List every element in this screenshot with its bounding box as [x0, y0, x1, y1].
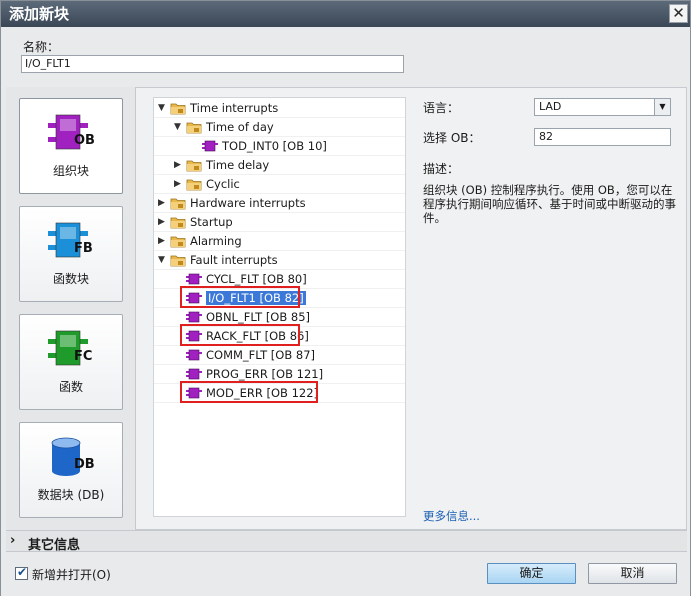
expand-right-icon[interactable]: ▶: [174, 159, 184, 171]
block-type-label: 组织块: [52, 164, 89, 178]
description-label: 描述：: [423, 162, 460, 176]
tree-item[interactable]: ▼ Time of day: [154, 118, 405, 137]
function-block-button[interactable]: FB 函数块: [19, 206, 123, 302]
tree-item-label: Cyclic: [206, 177, 240, 191]
ob-block-icon: [202, 140, 218, 152]
tree-item-label: CYCL_FLT [OB 80]: [206, 272, 307, 286]
folder-icon: [170, 198, 186, 210]
highlight-box: [180, 286, 300, 308]
tree-item[interactable]: ▶ Cyclic: [154, 175, 405, 194]
block-type-label: 函数: [58, 380, 83, 394]
folder-icon: [186, 179, 202, 191]
folder-icon: [170, 103, 186, 115]
language-select[interactable]: LAD ▼: [534, 98, 671, 116]
data-block-button[interactable]: DB 数据块 (DB): [19, 422, 123, 518]
chevron-right-icon[interactable]: ›: [10, 533, 15, 548]
expand-down-icon[interactable]: ▼: [158, 254, 168, 266]
function-button[interactable]: FC 函数: [19, 314, 123, 410]
organization-block-button[interactable]: OB 组织块: [19, 98, 123, 194]
language-value: LAD: [539, 100, 562, 113]
tree-item-label: PROG_ERR [OB 121]: [206, 367, 324, 381]
tree-item[interactable]: RACK_FLT [OB 86]: [154, 324, 405, 346]
folder-icon: [186, 160, 202, 172]
description-text: 组织块 (OB) 控制程序执行。使用 OB，您可以在程序执行期间响应循环、基于时…: [423, 183, 676, 225]
checkmark-icon: ✔: [17, 565, 28, 579]
highlight-box: [180, 381, 318, 403]
name-input[interactable]: I/O_FLT1: [21, 55, 404, 73]
folder-icon: [170, 236, 186, 248]
ob-block-icon: [186, 311, 202, 323]
ob-block-icon: [186, 349, 202, 361]
tree-item-label: TOD_INT0 [OB 10]: [222, 139, 327, 153]
tree-item[interactable]: ▶ Time delay: [154, 156, 405, 175]
expand-right-icon[interactable]: ▶: [158, 197, 168, 209]
tree-item-label: Alarming: [190, 234, 242, 248]
tree-item[interactable]: ▶ Hardware interrupts: [154, 194, 405, 213]
block-type-label: 数据块 (DB): [37, 488, 105, 502]
block-type-badge: FC: [74, 349, 93, 364]
block-type-label: 函数块: [52, 272, 89, 286]
select-ob-label: 选择 OB：: [423, 131, 481, 145]
tree-item-label: Time delay: [206, 158, 270, 172]
block-type-panel: OB 组织块 FB 函数块 FC 函数 DB 数据块 (DB): [6, 87, 136, 530]
ob-block-icon: [186, 273, 202, 285]
language-label: 语言：: [423, 101, 460, 115]
tree-item-label: Time of day: [206, 120, 274, 134]
name-label: 名称：: [23, 40, 60, 54]
expand-right-icon[interactable]: ▶: [158, 216, 168, 228]
more-info-link[interactable]: 更多信息...: [423, 508, 480, 524]
expand-right-icon[interactable]: ▶: [174, 178, 184, 190]
other-info-label: 其它信息: [28, 538, 81, 553]
other-info-section[interactable]: › 其它信息: [6, 530, 687, 553]
close-icon[interactable]: ✕: [669, 4, 688, 23]
tree-item[interactable]: ▼ Fault interrupts: [154, 251, 405, 270]
tree-item[interactable]: MOD_ERR [OB 122]: [154, 381, 405, 403]
block-type-badge: OB: [74, 133, 95, 148]
tree-item[interactable]: TOD_INT0 [OB 10]: [154, 137, 405, 156]
tree-item[interactable]: COMM_FLT [OB 87]: [154, 346, 405, 365]
folder-icon: [186, 122, 202, 134]
tree-item-label: OBNL_FLT [OB 85]: [206, 310, 311, 324]
dialog-title: 添加新块: [1, 1, 690, 27]
add-and-open-label[interactable]: 新增并打开(O): [32, 566, 111, 583]
chevron-down-icon[interactable]: ▼: [654, 99, 670, 115]
block-type-badge: FB: [74, 241, 93, 256]
ob-number-input[interactable]: 82: [534, 128, 671, 146]
tree-item[interactable]: I/O_FLT1 [OB 82]: [154, 286, 405, 308]
add-new-block-dialog: 添加新块 ✕ 名称： I/O_FLT1 OB 组织块 FB 函数块 FC 函数 …: [0, 0, 691, 596]
tree-item-label: COMM_FLT [OB 87]: [206, 348, 315, 362]
block-type-badge: DB: [74, 457, 95, 472]
add-and-open-checkbox[interactable]: ✔: [15, 565, 28, 580]
ob-block-icon: [186, 368, 202, 380]
tree-item[interactable]: ▼ Time interrupts: [154, 99, 405, 118]
tree-item-label: Time interrupts: [190, 101, 279, 115]
tree-item[interactable]: ▶ Startup: [154, 213, 405, 232]
ok-button[interactable]: 确定: [487, 563, 576, 584]
tree-item-label: Startup: [190, 215, 233, 229]
block-tree: ▼ Time interrupts ▼ Time of day TOD_INT0 …: [153, 97, 406, 517]
expand-down-icon[interactable]: ▼: [158, 102, 168, 114]
tree-item-label: Fault interrupts: [190, 253, 278, 267]
tree-item[interactable]: ▶ Alarming: [154, 232, 405, 251]
expand-down-icon[interactable]: ▼: [174, 121, 184, 133]
highlight-box: [180, 324, 300, 346]
folder-icon: [170, 255, 186, 267]
tree-item-label: Hardware interrupts: [190, 196, 306, 210]
expand-right-icon[interactable]: ▶: [158, 235, 168, 247]
folder-icon: [170, 217, 186, 229]
cancel-button[interactable]: 取消: [588, 563, 677, 584]
